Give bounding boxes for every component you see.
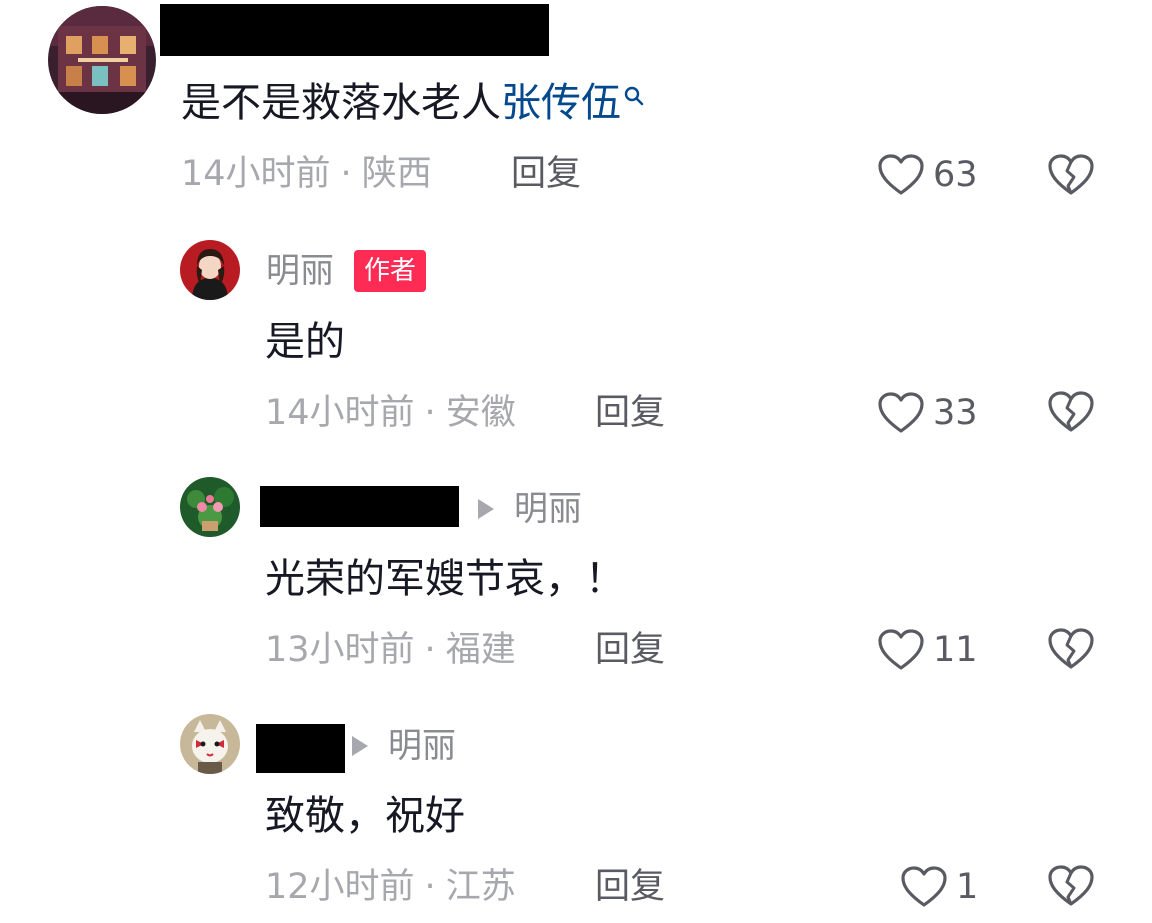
heart-outline-icon (878, 392, 924, 433)
like-button[interactable]: 1 (900, 862, 978, 912)
timestamp: 13小时前 (265, 630, 415, 670)
triangle-right-icon (352, 736, 368, 756)
heart-outline-icon (901, 866, 947, 907)
username-redacted[interactable] (260, 486, 459, 527)
reply-button[interactable]: 回复 (595, 633, 665, 668)
reply-button[interactable]: 回复 (595, 396, 665, 431)
location: 陕西 (361, 154, 432, 194)
avatar[interactable] (48, 6, 156, 114)
reply-text: 是的 (265, 319, 345, 365)
meta-separator: · (340, 154, 352, 194)
reply-username[interactable]: 明丽 (266, 254, 334, 288)
broken-heart-icon[interactable] (1047, 153, 1095, 197)
reply-meta: 14小时前 · 安徽 (265, 396, 516, 431)
reply-meta: 12小时前 · 江苏 (265, 870, 516, 905)
avatar[interactable] (180, 240, 240, 300)
like-count: 1 (956, 866, 979, 907)
avatar[interactable] (180, 714, 240, 774)
like-button[interactable]: 63 (877, 150, 978, 200)
triangle-right-icon (478, 499, 494, 519)
username-redacted[interactable] (160, 4, 549, 56)
broken-heart-icon[interactable] (1047, 864, 1095, 908)
reply-to-username[interactable]: 明丽 (388, 729, 456, 763)
meta-separator: · (424, 393, 436, 433)
like-button[interactable]: 11 (877, 625, 978, 675)
avatar[interactable] (180, 477, 240, 537)
timestamp: 14小时前 (181, 154, 331, 194)
reply-button[interactable]: 回复 (511, 157, 581, 192)
reply-to-username[interactable]: 明丽 (514, 492, 582, 526)
timestamp: 12小时前 (265, 867, 415, 907)
avatar-image (180, 240, 240, 300)
broken-heart-icon[interactable] (1047, 627, 1095, 671)
broken-heart-icon[interactable] (1047, 390, 1095, 434)
avatar-image (180, 477, 240, 537)
reply-text: 致敬，祝好 (265, 793, 465, 839)
like-count: 11 (933, 629, 978, 670)
location: 福建 (445, 630, 516, 670)
heart-outline-icon (878, 154, 924, 195)
username-redacted[interactable] (256, 724, 345, 773)
mention-name[interactable]: 张传伍 (501, 80, 621, 126)
like-count: 63 (933, 154, 978, 195)
meta-separator: · (424, 867, 436, 907)
author-badge: 作者 (354, 250, 427, 292)
like-button[interactable]: 33 (877, 388, 978, 438)
avatar-image (180, 714, 240, 774)
search-icon (624, 86, 644, 106)
comment-text: 是不是救落水老人张传伍 (181, 83, 645, 123)
reply-text: 光荣的军嫂节哀，！ (265, 556, 625, 602)
heart-outline-icon (878, 629, 924, 670)
location: 安徽 (445, 393, 516, 433)
comment-meta: 14小时前 · 陕西 (181, 157, 432, 192)
comment-body: 是不是救落水老人 (181, 80, 501, 126)
reply-button[interactable]: 回复 (595, 870, 665, 905)
avatar-image (48, 6, 156, 114)
like-count: 33 (933, 392, 978, 433)
reply-meta: 13小时前 · 福建 (265, 633, 516, 668)
location: 江苏 (445, 867, 516, 907)
meta-separator: · (424, 630, 436, 670)
timestamp: 14小时前 (265, 393, 415, 433)
mention-link[interactable]: 张传伍 (501, 80, 645, 126)
